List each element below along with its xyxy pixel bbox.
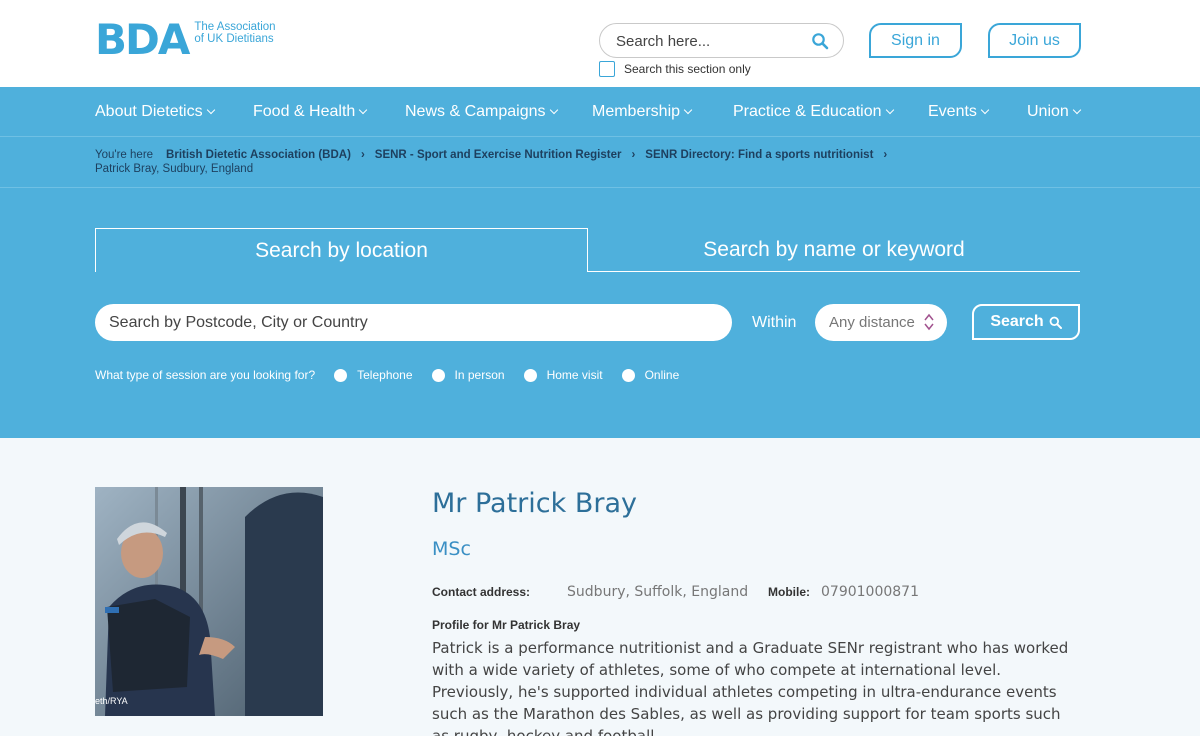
search-section-only: Search this section only — [599, 61, 751, 77]
nav-item-membership[interactable]: Membership — [592, 103, 693, 121]
radio-in-person[interactable] — [431, 368, 445, 382]
search-section-label: Search this section only — [624, 62, 751, 76]
breadcrumb-link-senr[interactable]: SENR - Sport and Exercise Nutrition Regi… — [375, 149, 622, 161]
session-type-question: What type of session are you looking for… — [95, 368, 316, 382]
nav-item-label: Union — [1027, 103, 1069, 120]
chevron-down-icon — [683, 105, 693, 115]
chevron-down-icon — [980, 105, 990, 115]
nutritionist-profile: eth/RYA Mr Patrick Bray MSc Contact addr… — [0, 438, 1200, 736]
sign-in-button[interactable]: Sign in — [869, 23, 962, 58]
radio-online[interactable] — [621, 368, 635, 382]
logo-line-2: of UK Dietitians — [194, 33, 274, 45]
nav-item-label: Food & Health — [253, 103, 356, 120]
chevron-down-icon — [1072, 105, 1082, 115]
nav-item-news-campaigns[interactable]: News & Campaigns — [405, 103, 558, 121]
logo-tagline: The Association of UK Dietitians — [194, 21, 275, 45]
breadcrumb-trail: You're here British Dietetic Association… — [95, 149, 897, 161]
join-us-button[interactable]: Join us — [988, 23, 1081, 58]
breadcrumb-separator-icon: › — [360, 149, 365, 161]
breadcrumb-link-bda[interactable]: British Dietetic Association (BDA) — [166, 149, 351, 161]
nav-item-union[interactable]: Union — [1027, 103, 1082, 121]
profile-photo: eth/RYA — [95, 487, 323, 716]
nav-item-practice-education[interactable]: Practice & Education — [733, 103, 894, 121]
site-search-input[interactable] — [616, 32, 801, 50]
chevron-down-icon — [359, 105, 368, 115]
profile-contact-address: Contact address: Sudbury, Suffolk, Engla… — [432, 584, 748, 600]
nav-item-label: About Dietetics — [95, 103, 203, 120]
search-icon — [1049, 316, 1062, 329]
profile-mobile: Mobile: 07901000871 — [768, 584, 919, 600]
within-label: Within — [752, 314, 797, 331]
main-nav: About Dietetics Food & Health News & Cam… — [0, 87, 1200, 136]
chevron-down-icon — [206, 105, 215, 115]
contact-address-value: Sudbury, Suffolk, England — [567, 584, 749, 600]
site-header: BDA The Association of UK Dietitians Sea… — [0, 0, 1200, 87]
profile-section-title: Profile for Mr Patrick Bray — [432, 618, 581, 632]
site-search — [599, 23, 844, 58]
directory-search-button-label: Search — [990, 313, 1044, 330]
bda-logo[interactable]: BDA The Association of UK Dietitians — [95, 15, 276, 64]
directory-search-panel: Search by location Search by name or key… — [0, 188, 1200, 438]
session-type-filter: What type of session are you looking for… — [95, 368, 679, 382]
distance-select[interactable]: Any distance — [815, 304, 947, 341]
search-section-checkbox[interactable] — [599, 61, 615, 77]
radio-label-in-person[interactable]: In person — [455, 368, 505, 382]
up-down-arrows-icon — [924, 313, 934, 331]
radio-label-home-visit[interactable]: Home visit — [547, 368, 603, 382]
chevron-down-icon — [885, 105, 894, 115]
location-search-input[interactable] — [95, 304, 732, 341]
breadcrumb: You're here British Dietetic Association… — [0, 136, 1200, 188]
profile-bio: Patrick is a performance nutritionist an… — [432, 639, 1069, 736]
tab-search-by-location[interactable]: Search by location — [95, 228, 588, 272]
breadcrumb-link-directory[interactable]: SENR Directory: Find a sports nutritioni… — [645, 149, 873, 161]
breadcrumb-current: Patrick Bray, Sudbury, England — [95, 163, 254, 175]
nav-item-label: News & Campaigns — [405, 103, 546, 120]
profile-name: Mr Patrick Bray — [432, 488, 637, 519]
radio-label-telephone[interactable]: Telephone — [357, 368, 412, 382]
photo-credit: eth/RYA — [95, 696, 128, 706]
nav-item-label: Practice & Education — [733, 103, 882, 120]
nav-item-label: Membership — [592, 103, 681, 120]
mobile-label: Mobile: — [768, 585, 810, 599]
tab-search-by-name[interactable]: Search by name or keyword — [588, 228, 1080, 272]
mobile-value[interactable]: 07901000871 — [821, 584, 919, 600]
profile-qualification: MSc — [432, 538, 471, 560]
nav-item-label: Events — [928, 103, 977, 120]
breadcrumb-prefix: You're here — [95, 149, 154, 161]
breadcrumb-separator-icon: › — [631, 149, 636, 161]
radio-label-online[interactable]: Online — [645, 368, 680, 382]
radio-telephone[interactable] — [334, 368, 348, 382]
nav-item-about-dietetics[interactable]: About Dietetics — [95, 103, 215, 121]
distance-select-value: Any distance — [829, 314, 915, 331]
nav-item-food-health[interactable]: Food & Health — [253, 103, 368, 121]
chevron-down-icon — [549, 105, 558, 115]
profile-photo-image — [95, 487, 323, 716]
logo-mark: BDA — [95, 15, 190, 64]
radio-home-visit[interactable] — [523, 368, 537, 382]
breadcrumb-separator-icon: › — [883, 149, 888, 161]
directory-search-button[interactable]: Search — [972, 304, 1080, 340]
nav-item-events[interactable]: Events — [928, 103, 990, 121]
search-icon[interactable] — [811, 32, 829, 50]
contact-address-label: Contact address: — [432, 585, 531, 599]
logo-line-1: The Association — [194, 21, 276, 33]
